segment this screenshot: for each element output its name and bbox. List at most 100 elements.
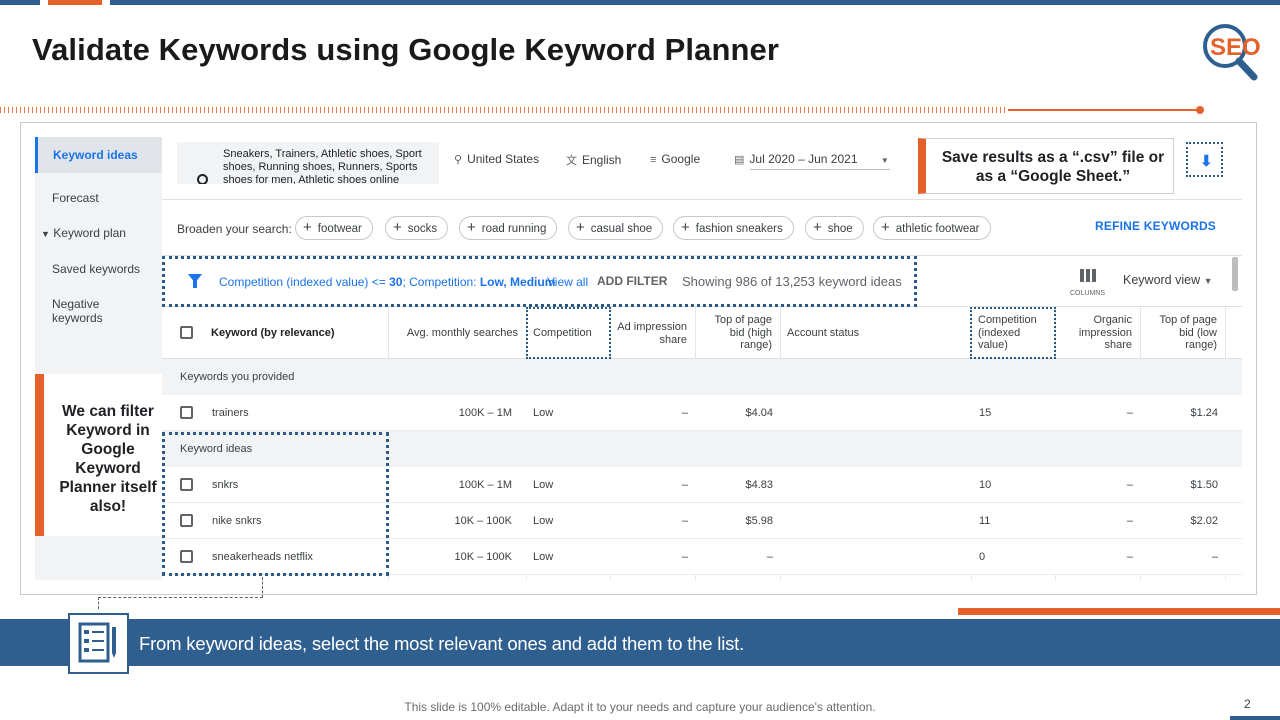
network-label: Google	[661, 152, 701, 166]
header-avg-searches[interactable]: Avg. monthly searches	[394, 327, 518, 340]
dropdown-arrow-icon: ▼	[880, 156, 889, 165]
cell-competition-indexed: 10	[979, 479, 992, 491]
cell-organic-share: –	[1126, 479, 1133, 491]
cell-keyword: trainers	[212, 407, 249, 419]
search-field-text: Sneakers, Trainers, Athletic shoes, Spor…	[223, 148, 422, 184]
columns-label: COLUMNS	[1070, 290, 1106, 297]
cell-bid-low: $1.50	[1190, 479, 1218, 491]
network-icon: ≡	[650, 154, 657, 166]
columns-icon[interactable]	[1080, 269, 1096, 282]
cell-ad-share: –	[681, 515, 688, 527]
download-icon: ⬇	[1200, 153, 1213, 170]
section-keywords-provided: Keywords you provided	[162, 359, 1242, 395]
calendar-icon: ▤	[734, 154, 745, 166]
checklist-icon	[68, 613, 129, 674]
page-number: 2	[1244, 697, 1251, 711]
cell-ad-share: –	[681, 479, 688, 491]
header-keyword[interactable]: Keyword (by relevance)	[211, 327, 335, 340]
banner-accent	[958, 608, 1280, 615]
chip-label: shoe	[827, 223, 853, 235]
cell-competition: Low	[533, 515, 554, 527]
cell-bid-high: $4.83	[745, 479, 773, 491]
plus-icon: +	[576, 219, 585, 236]
chip-road-running[interactable]: + road running	[459, 216, 558, 240]
date-range-selector[interactable]: ▤ Jul 2020 – Jun 2021 ▼	[734, 152, 889, 166]
chip-label: road running	[481, 223, 547, 235]
title-divider-dotted	[0, 107, 1008, 113]
cell-avg-searches: 10K – 100K	[454, 515, 513, 527]
row-checkbox[interactable]	[180, 406, 193, 419]
header-bid-high[interactable]: Top of page bid (high range)	[702, 314, 773, 352]
sidebar-item-negative-keywords[interactable]: Negative keywords	[52, 297, 132, 325]
search-icon	[197, 174, 208, 184]
top-accent-gap	[102, 0, 110, 5]
table-header: Keyword (by relevance) Avg. monthly sear…	[162, 307, 1242, 359]
plus-icon: +	[303, 219, 312, 236]
header-organic-share[interactable]: Organic impression share	[1062, 314, 1132, 352]
location-selector[interactable]: ⚲ United States	[454, 152, 539, 166]
chip-footwear[interactable]: + footwear	[295, 216, 373, 240]
chip-shoe[interactable]: + shoe	[805, 216, 864, 240]
chip-label: footwear	[317, 223, 362, 235]
chip-fashion-sneakers[interactable]: + fashion sneakers	[673, 216, 794, 240]
date-range-label: Jul 2020 – Jun 2021	[749, 152, 858, 166]
cell-bid-low: –	[1211, 551, 1218, 563]
chip-label: casual shoe	[590, 223, 653, 235]
seo-logo-text: SEO	[1210, 34, 1261, 61]
keyword-view-label: Keyword view	[1123, 273, 1201, 287]
refine-keywords-button[interactable]: REFINE KEYWORDS	[1095, 219, 1216, 233]
cell-competition: Low	[533, 407, 554, 419]
filter-callout: We can filter Keyword in Google Keyword …	[35, 374, 162, 536]
cell-ad-share: –	[681, 407, 688, 419]
title-divider-solid	[1008, 109, 1198, 111]
table-row[interactable]: trainers 100K – 1M Low – $4.04 15 – $1.2…	[162, 395, 1242, 431]
language-label: English	[582, 153, 622, 167]
network-selector[interactable]: ≡ Google	[650, 152, 700, 166]
select-all-checkbox[interactable]	[180, 326, 193, 339]
language-selector[interactable]: 文 English	[566, 152, 621, 168]
sidebar-item-keyword-plan[interactable]: ▼ Keyword plan	[41, 226, 126, 240]
slide-title: Validate Keywords using Google Keyword P…	[32, 32, 780, 67]
sidebar-item-forecast[interactable]: Forecast	[52, 191, 99, 205]
connector-line	[98, 597, 263, 598]
keyword-ideas-highlight	[162, 432, 389, 576]
date-range-underline	[750, 169, 890, 170]
cell-competition-indexed: 0	[979, 551, 986, 563]
vertical-scrollbar[interactable]	[1232, 257, 1238, 291]
header-account-status[interactable]: Account status	[787, 327, 859, 340]
sidebar-item-keyword-ideas[interactable]: Keyword ideas	[35, 137, 162, 173]
filter-highlight-box	[162, 256, 917, 307]
chip-athletic-footwear[interactable]: + athletic footwear	[873, 216, 991, 240]
cell-bid-high: $5.98	[745, 515, 773, 527]
cell-bid-low: $2.02	[1190, 515, 1218, 527]
keyword-view-dropdown[interactable]: Keyword view ▼	[1123, 273, 1213, 287]
broaden-search-row: Broaden your search: + footwear + socks + r…	[162, 199, 1242, 255]
footer-note: This slide is 100% editable. Adapt it to…	[404, 700, 876, 714]
cell-bid-high: –	[766, 551, 773, 563]
chip-label: athletic footwear	[895, 223, 980, 235]
translate-icon: 文	[566, 155, 577, 167]
plus-icon: +	[681, 219, 690, 236]
sidebar-item-label: Keyword ideas	[53, 148, 138, 162]
chip-socks[interactable]: + socks	[385, 216, 449, 240]
plus-icon: +	[813, 219, 822, 236]
cell-competition: Low	[533, 551, 554, 563]
plus-icon: +	[881, 219, 890, 236]
connector-line	[262, 577, 263, 598]
indexed-header-highlight	[970, 307, 1056, 359]
plus-icon: +	[467, 219, 476, 236]
sidebar-item-saved-keywords[interactable]: Saved keywords	[52, 262, 140, 276]
keyword-search-field[interactable]: Sneakers, Trainers, Athletic shoes, Spor…	[177, 142, 439, 184]
plus-icon: +	[393, 219, 402, 236]
cell-avg-searches: 100K – 1M	[458, 407, 512, 419]
save-results-text: Save results as a “.csv” file or as a “G…	[941, 149, 1165, 185]
caret-down-icon: ▼	[41, 229, 50, 239]
header-bid-low[interactable]: Top of page bid (low range)	[1152, 314, 1218, 352]
header-ad-impression-share[interactable]: Ad impression share	[614, 321, 687, 346]
cell-bid-high: $4.04	[745, 407, 773, 419]
keyword-planner-app: Keyword ideas Forecast ▼ Keyword plan Sa…	[35, 137, 1242, 580]
cell-organic-share: –	[1126, 515, 1133, 527]
chip-casual-shoe[interactable]: + casual shoe	[568, 216, 664, 240]
download-button[interactable]: ⬇	[1186, 142, 1223, 177]
cell-competition-indexed: 11	[979, 515, 991, 527]
